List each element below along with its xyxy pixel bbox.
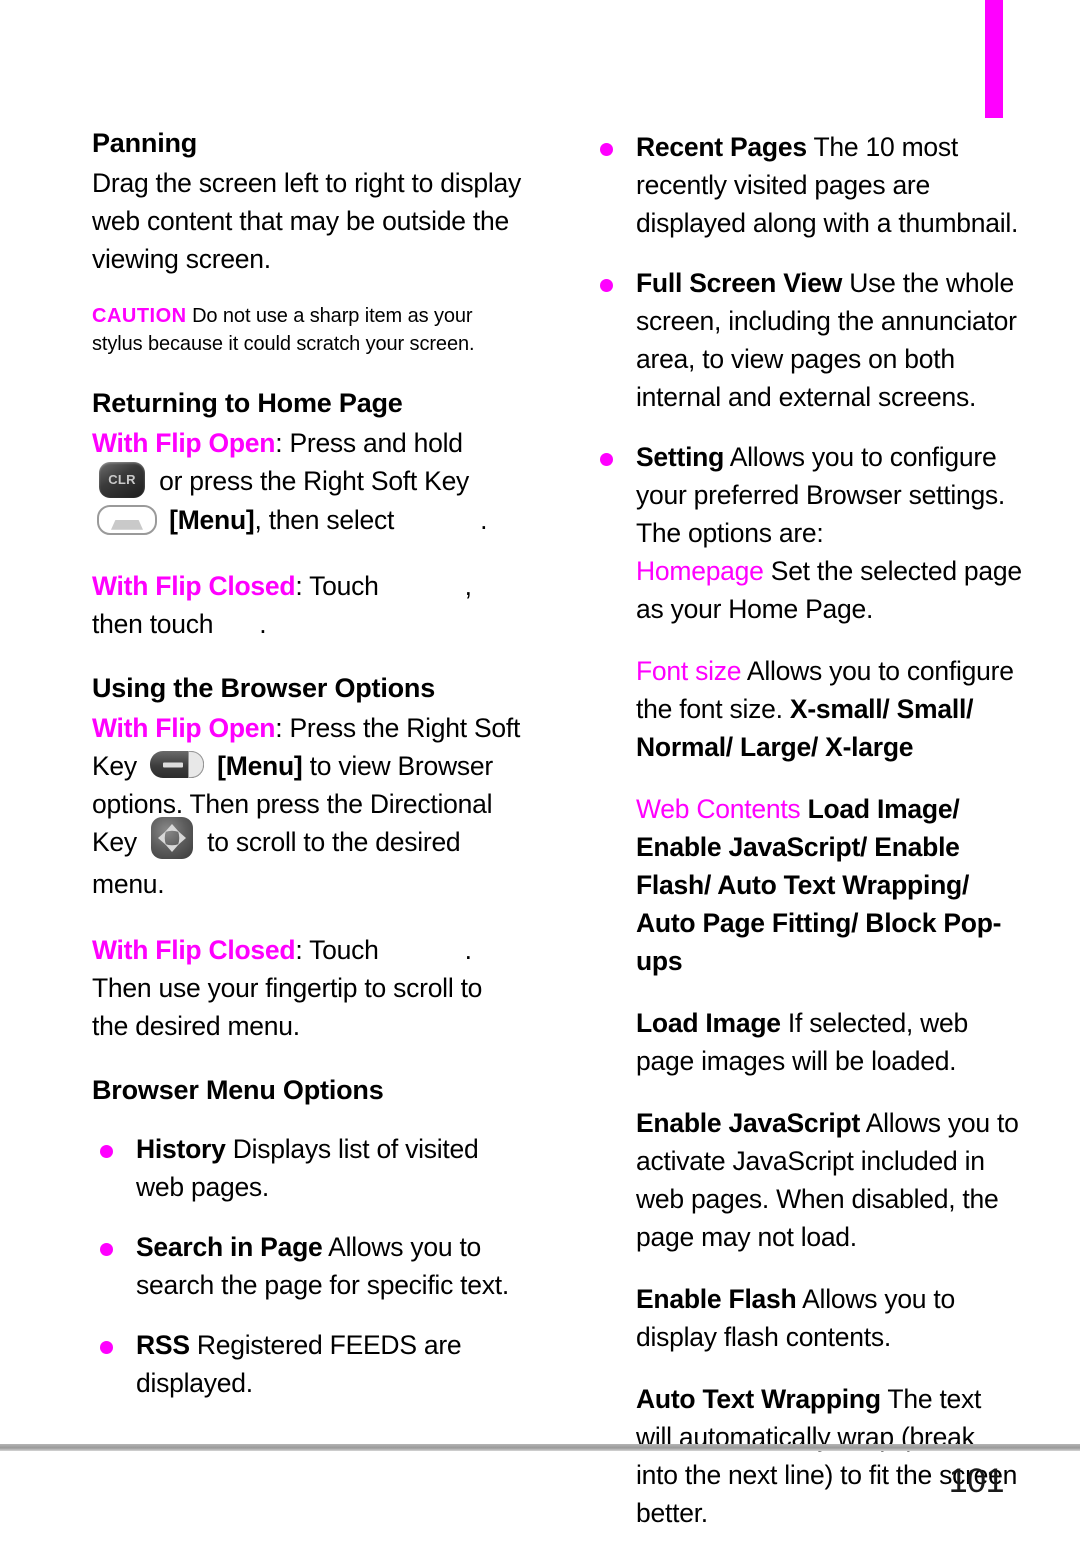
- flip-closed-label: With Flip Closed: [92, 570, 296, 601]
- list-item-term: Full Screen View: [636, 268, 843, 298]
- setting-enable-flash-term: Enable Flash: [636, 1284, 797, 1314]
- setting-enable-javascript: Enable JavaScript Allows you to activate…: [636, 1104, 1022, 1256]
- flip-closed-text-1: : Touch: [295, 570, 379, 601]
- right-soft-key-icon: [97, 504, 157, 535]
- setting-auto-text-wrapping: Auto Text Wrapping The text will automat…: [636, 1380, 1022, 1532]
- heading-using-the-browser-options: Using the Browser Options: [92, 672, 436, 703]
- list-item: Search in Page Allows you to search the …: [92, 1228, 522, 1304]
- browser-options-flip-open: With Flip Open: Press the Right Soft Key…: [92, 709, 522, 903]
- menu-key-label: [Menu]: [169, 504, 255, 535]
- list-item-term: RSS: [136, 1330, 190, 1361]
- setting-auto-text-wrapping-term: Auto Text Wrapping: [636, 1384, 881, 1414]
- clr-key-label: CLR: [108, 471, 136, 487]
- heading-panning: Panning: [92, 128, 198, 158]
- list-item: RSS Registered FEEDS are displayed.: [92, 1326, 522, 1402]
- browser-menu-key-label: [Menu]: [217, 750, 303, 781]
- setting-web-contents-term: Web Contents: [636, 794, 801, 824]
- flip-open-text-2: or press the Right Soft Key: [159, 465, 470, 496]
- heading-browser-menu-options: Browser Menu Options: [92, 1074, 384, 1105]
- list-item-term: Setting: [636, 442, 725, 472]
- setting-homepage-term: Homepage: [636, 556, 764, 586]
- bullet-icon: [100, 1145, 113, 1159]
- setting-web-contents: Web Contents Load Image/ Enable JavaScri…: [636, 790, 1022, 980]
- list-item: History Displays list of visited web pag…: [92, 1130, 522, 1206]
- setting-font-size-term: Font size: [636, 656, 742, 686]
- setting-load-image-term: Load Image: [636, 1008, 781, 1038]
- flip-open-text-3: , then select: [254, 504, 395, 535]
- list-item-term: Search in Page: [136, 1232, 323, 1263]
- caution-note: CAUTION Do not use a sharp item as your …: [92, 302, 522, 358]
- bullet-icon: [600, 453, 613, 466]
- flip-open-text-1: : Press and hold: [275, 427, 463, 458]
- returning-home-flip-closed: With Flip Closed: Touch, then touch.: [92, 567, 522, 643]
- soft-key-face: [111, 519, 143, 530]
- browser-flip-open-label: With Flip Open: [92, 712, 276, 743]
- caution-label: CAUTION: [92, 304, 187, 327]
- soft-key-bar: [163, 762, 184, 768]
- bullet-icon: [100, 1341, 113, 1355]
- bullet-icon: [600, 279, 613, 292]
- list-item: Full Screen View Use the whole screen, i…: [592, 264, 1022, 416]
- directional-key-icon: [151, 816, 194, 859]
- bullet-icon: [100, 1243, 113, 1257]
- list-item-term: History: [136, 1134, 226, 1165]
- page-content: Panning Drag the screen left to right to…: [0, 128, 1080, 1528]
- clr-key-icon: CLR: [99, 461, 145, 498]
- panning-body: Drag the screen left to right to display…: [92, 167, 521, 274]
- setting-enable-javascript-term: Enable JavaScript: [636, 1108, 861, 1138]
- browser-flip-closed-label: With Flip Closed: [92, 934, 296, 965]
- soft-key-cap: [188, 751, 205, 779]
- page-number: 101: [948, 1462, 1005, 1500]
- browser-options-flip-closed: With Flip Closed: Touch. Then use your f…: [92, 931, 522, 1045]
- heading-returning-to-home-page: Returning to Home Page: [92, 387, 403, 418]
- returning-home-flip-open: With Flip Open: Press and hold CLR or pr…: [92, 424, 522, 539]
- setting-enable-flash: Enable Flash Allows you to display flash…: [636, 1280, 1022, 1356]
- list-item: Recent Pages The 10 most recently visite…: [592, 128, 1022, 242]
- setting-font-size: Font size Allows you to configure the fo…: [636, 652, 1022, 766]
- browser-menu-options-list-continued: Recent Pages The 10 most recently visite…: [592, 128, 1022, 552]
- left-column: Panning Drag the screen left to right to…: [0, 128, 540, 1418]
- list-item-term: Recent Pages: [636, 132, 807, 162]
- setting-load-image: Load Image If selected, web page images …: [636, 1004, 1022, 1080]
- right-soft-key-filled-icon: [150, 751, 205, 779]
- page-tab-marker: [985, 0, 1003, 118]
- right-column: Recent Pages The 10 most recently visite…: [540, 128, 1080, 1528]
- browser-menu-options-list: History Displays list of visited web pag…: [92, 1130, 522, 1402]
- footer-divider: [0, 1444, 1080, 1451]
- list-item: Setting Allows you to configure your pre…: [592, 438, 1022, 552]
- flip-closed-text-end: .: [259, 608, 267, 639]
- flip-open-label: With Flip Open: [92, 427, 276, 458]
- browser-flip-open-text-3: to scroll to the desired menu.: [92, 826, 461, 899]
- setting-homepage: Homepage Set the selected page as your H…: [636, 552, 1022, 628]
- browser-flip-closed-text-1: : Touch: [295, 934, 379, 965]
- bullet-icon: [600, 143, 613, 156]
- flip-open-text-end: .: [480, 504, 488, 535]
